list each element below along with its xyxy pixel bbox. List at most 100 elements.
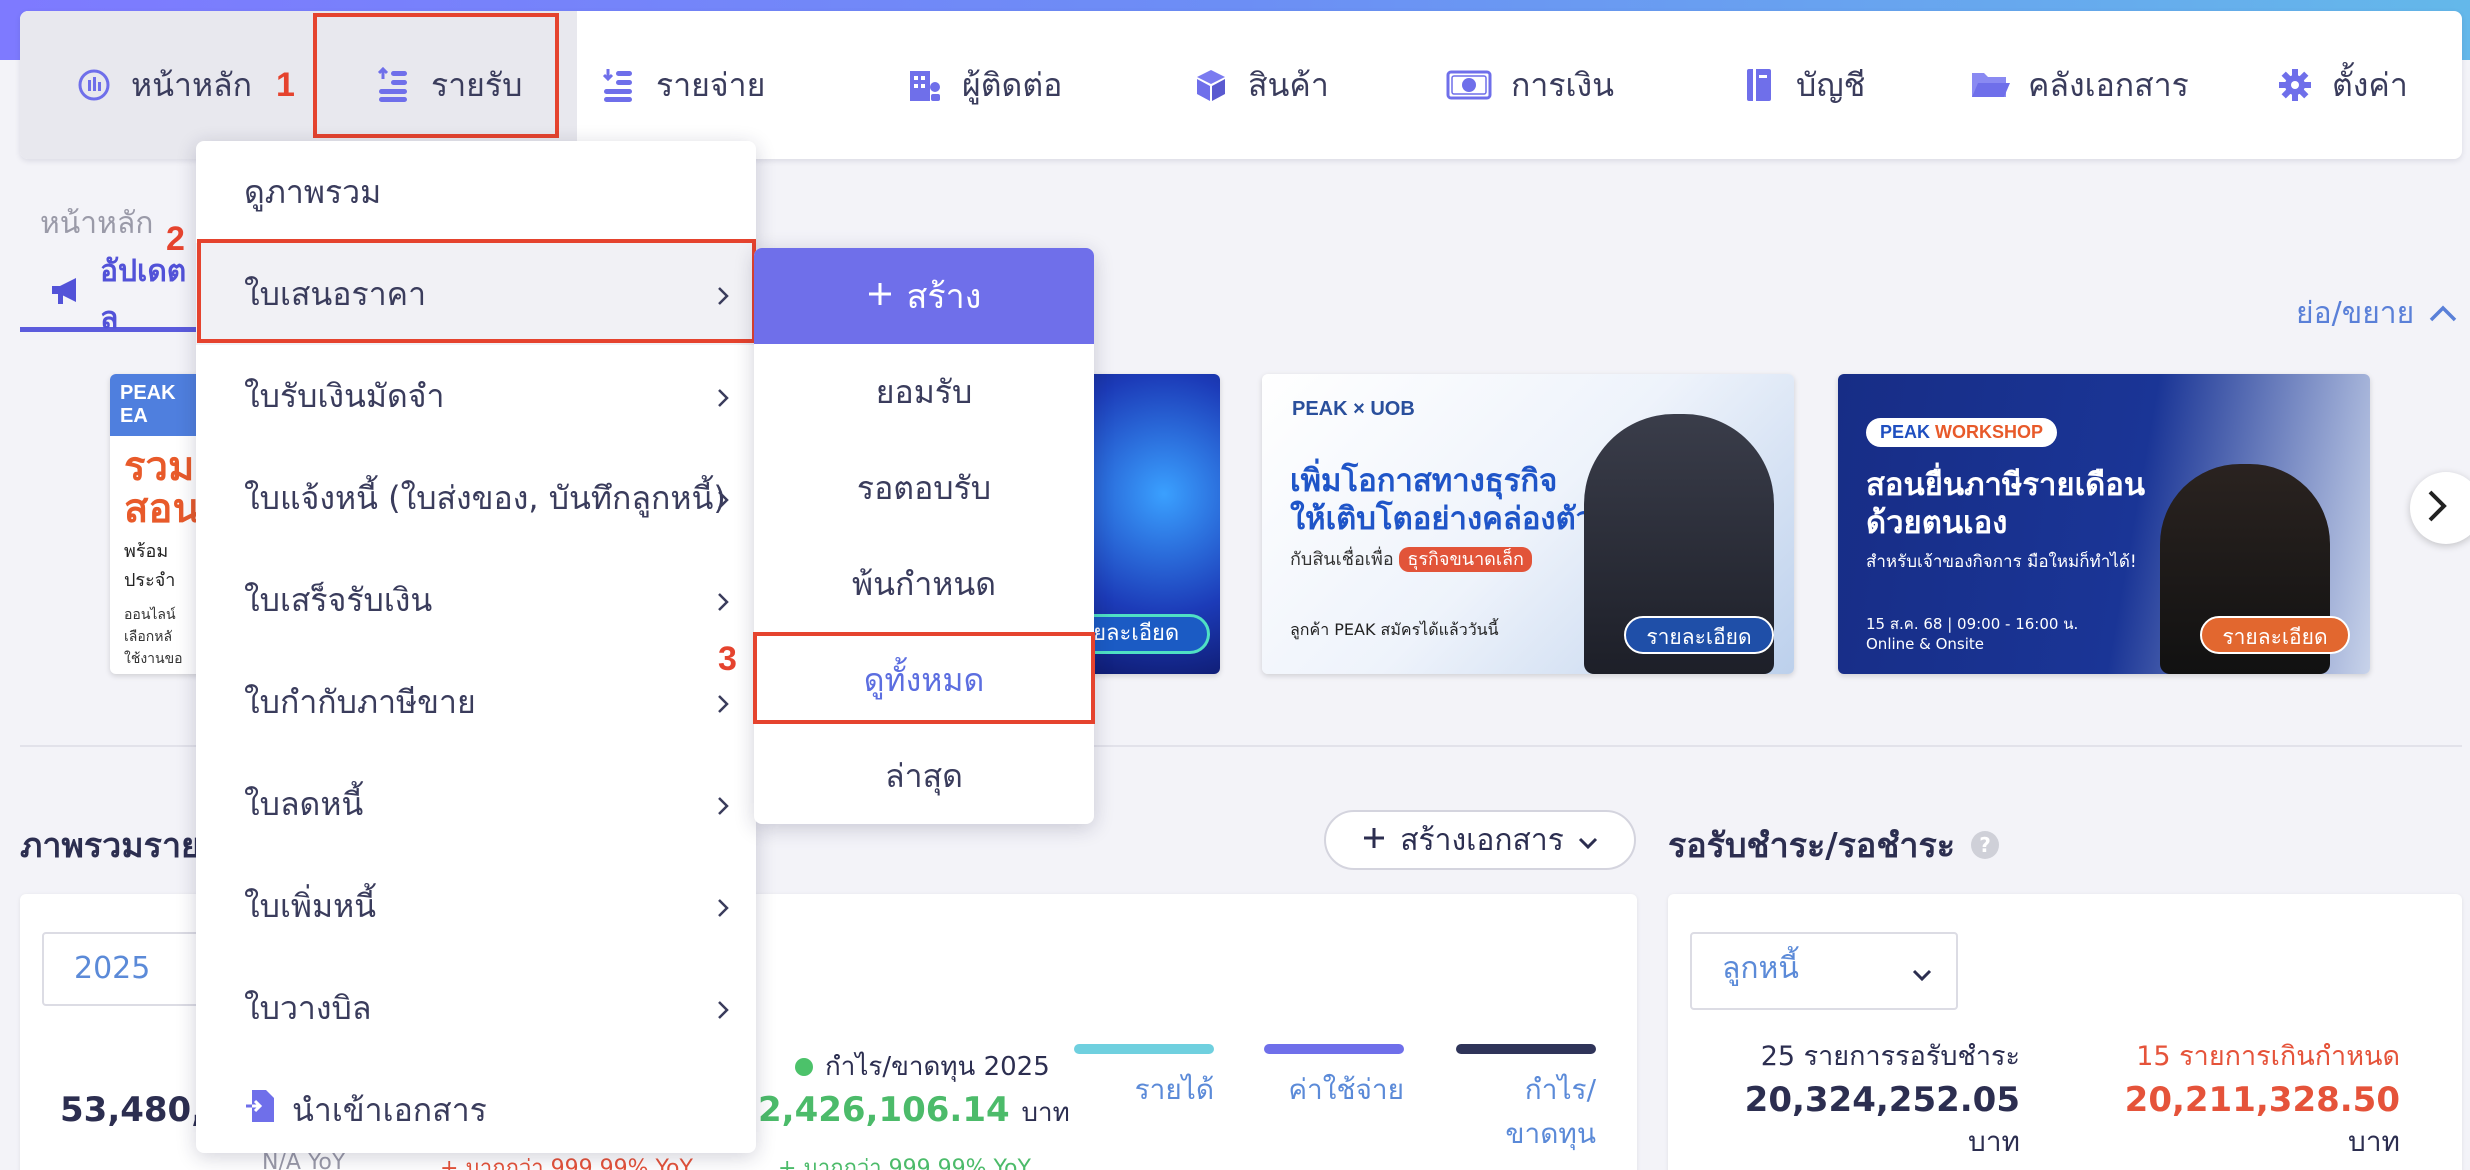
menu-item-import-documents[interactable]: นำเข้าเอกสาร <box>196 1059 756 1161</box>
plus-icon <box>867 276 893 316</box>
nav-accounting[interactable]: บัญชี <box>1720 11 1885 159</box>
chevron-down-icon <box>1912 938 1932 1008</box>
chevron-up-icon <box>2428 296 2458 331</box>
collapse-toggle[interactable]: ย่อ/ขยาย <box>2296 290 2458 337</box>
ledger-book-icon <box>1740 66 1778 104</box>
quotation-submenu: สร้าง ยอมรับ รอตอบรับ พ้นกำหนด ดูทั้งหมด… <box>754 248 1094 824</box>
nav-products-label: สินค้า <box>1248 65 1329 104</box>
banner-4-tag: PEAK WORKSHOP <box>1866 418 2058 447</box>
banner-3-tag: ธุรกิจขนาดเล็ก <box>1399 547 1532 572</box>
tab-updates-label: อัปเดตล <box>100 253 187 336</box>
menu-item-debit-note[interactable]: ใบเพิ่มหนี้ <box>196 855 756 957</box>
banner-2-details-button[interactable]: ายละเอียด <box>1080 614 1210 654</box>
nav-contacts-label: ผู้ติดต่อ <box>962 65 1063 104</box>
year-select[interactable]: 2025 <box>42 932 222 1006</box>
nav-documents[interactable]: คลังเอกสาร <box>1950 11 2209 159</box>
contacts-building-icon <box>906 66 944 104</box>
yoy-up-profit: + มากกว่า 999.99% YoY <box>778 1156 1031 1170</box>
step-marker-2: 2 <box>166 220 185 258</box>
collapse-label: ย่อ/ขยาย <box>2296 296 2415 331</box>
nav-products[interactable]: สินค้า <box>1172 11 1349 159</box>
step-marker-3: 3 <box>718 640 737 678</box>
chevron-right-icon <box>716 481 730 519</box>
banner-4-date: 15 ส.ค. 68 | 09:00 - 16:00 น. Online & On… <box>1866 615 2079 653</box>
banner-1-header: PEAK EA <box>110 374 205 436</box>
submenu-item-accepted[interactable]: ยอมรับ <box>754 344 1094 440</box>
profit-label: กำไร/ขาดทุน 2025 <box>795 1046 1050 1087</box>
nav-home[interactable]: หน้าหลัก <box>20 11 318 159</box>
money-bill-icon <box>1445 66 1493 104</box>
nav-contacts[interactable]: ผู้ติดต่อ <box>886 11 1082 159</box>
chevron-down-icon <box>1578 823 1598 858</box>
nav-finance-label: การเงิน <box>1511 65 1614 104</box>
create-quotation-button[interactable]: สร้าง <box>754 248 1094 344</box>
breadcrumb[interactable]: หน้าหลัก <box>40 200 153 247</box>
banner-1-title: รวม สอน <box>124 445 200 531</box>
debtor-select[interactable]: ลูกหนี้ <box>1690 932 1958 1010</box>
expense-coins-icon <box>600 66 638 104</box>
banner-4-title: สอนยื่นภาษีรายเดือน ด้วยตนเอง <box>1866 467 2146 541</box>
submenu-item-latest[interactable]: ล่าสุด <box>754 728 1094 824</box>
step-marker-1: 1 <box>276 66 295 104</box>
menu-item-credit-note[interactable]: ใบลดหนี้ <box>196 753 756 855</box>
carousel-next-button[interactable] <box>2410 472 2470 544</box>
profit-value: 2,426,106.14 บาท <box>758 1090 1070 1130</box>
legend-profit: กำไร/ขาดทุน <box>1456 1044 1596 1156</box>
legend-expense: ค่าใช้จ่าย <box>1264 1044 1404 1112</box>
chevron-right-icon <box>716 991 730 1029</box>
overview-title: ภาพรวมราย <box>20 826 201 866</box>
create-document-label: สร้างเอกสาร <box>1400 822 1564 858</box>
status-dot <box>795 1057 813 1076</box>
nav-accounting-label: บัญชี <box>1796 65 1866 104</box>
chevron-right-icon <box>716 685 730 723</box>
menu-item-invoice[interactable]: ใบแจ้งหนี้ (ใบส่งของ, บันทึกลูกหนี้) <box>196 447 756 549</box>
banner-peak-academy[interactable]: PEAK EA รวม สอน พร้อม ประจำ ออนไลน์ เลือ… <box>110 374 205 674</box>
banner-3-details-button[interactable]: รายละเอียด <box>1624 616 1774 654</box>
highlight-box-quotation <box>197 239 756 343</box>
banner-1-sub: พร้อม ประจำ <box>124 541 176 591</box>
help-icon[interactable]: ? <box>1971 831 2000 859</box>
banner-3-logos: PEAK × UOB <box>1292 398 1415 420</box>
banner-1-foot: ออนไลน์ เลือกหลั ใช้งานขอ <box>124 607 183 667</box>
banner-peak-uob[interactable]: PEAK × UOB เพิ่มโอกาสทางธุรกิจ ให้เติบโต… <box>1262 374 1794 674</box>
nav-expense-label: รายจ่าย <box>656 65 766 104</box>
nav-expense[interactable]: รายจ่าย <box>580 11 785 159</box>
menu-item-deposit-receipt[interactable]: ใบรับเงินมัดจำ <box>196 345 756 447</box>
folder-icon <box>1970 66 2010 104</box>
banner-3-footnote: ลูกค้า PEAK สมัครได้แล้ววันนี้ <box>1290 620 1499 639</box>
banner-3-subtitle: กับสินเชื่อเพื่อ ธุรกิจขนาดเล็ก <box>1290 544 1532 573</box>
submenu-item-awaiting[interactable]: รอตอบรับ <box>754 440 1094 536</box>
highlight-box-income <box>313 13 559 138</box>
submenu-item-overdue[interactable]: พ้นกำหนด <box>754 536 1094 632</box>
legend-income: รายได้ <box>1074 1044 1214 1112</box>
menu-item-receipt[interactable]: ใบเสร็จรับเงิน <box>196 549 756 651</box>
pending-amount: 20,324,252.05 บาท <box>1744 1080 2020 1158</box>
chevron-right-icon <box>716 379 730 417</box>
tab-updates[interactable]: อัปเดตล <box>20 254 200 336</box>
banner-4-details-button[interactable]: รายละเอียด <box>2200 616 2350 654</box>
nav-home-label: หน้าหลัก <box>131 65 253 104</box>
chevron-right-icon <box>716 787 730 825</box>
nav-finance[interactable]: การเงิน <box>1425 11 1634 159</box>
chevron-right-icon <box>716 583 730 621</box>
menu-item-overview[interactable]: ดูภาพรวม <box>196 141 756 243</box>
nav-settings[interactable]: ตั้งค่า <box>2256 11 2428 159</box>
chevron-right-icon <box>716 889 730 927</box>
nav-documents-label: คลังเอกสาร <box>2028 65 2189 104</box>
create-document-button[interactable]: สร้างเอกสาร <box>1324 810 1636 870</box>
gear-icon <box>2276 66 2314 104</box>
menu-item-tax-invoice[interactable]: ใบกำกับภาษีขาย <box>196 651 756 753</box>
banner-tech-city[interactable]: ายละเอียด <box>1080 374 1220 674</box>
nav-settings-label: ตั้งค่า <box>2332 65 2408 104</box>
dashboard-icon <box>75 66 113 104</box>
plus-icon <box>1362 823 1386 858</box>
import-document-icon <box>244 1088 276 1132</box>
chevron-right-icon <box>2426 489 2448 527</box>
banner-3-title: เพิ่มโอกาสทางธุรกิจ ให้เติบโตอย่างคล่องต… <box>1290 463 1594 537</box>
overdue-count: 15 รายการเกินกำหนด <box>2136 1041 2400 1072</box>
menu-item-billing-note[interactable]: ใบวางบิล <box>196 957 756 1059</box>
pending-count: 25 รายการรอรับชำระ <box>1760 1041 2020 1072</box>
overdue-amount: 20,211,328.50 บาท <box>2124 1080 2400 1158</box>
banner-peak-workshop[interactable]: PEAK WORKSHOP สอนยื่นภาษีรายเดือน ด้วยตน… <box>1838 374 2370 674</box>
banner-4-subtitle: สำหรับเจ้าของกิจการ มือใหม่ก็ทำได้! <box>1866 552 2137 572</box>
